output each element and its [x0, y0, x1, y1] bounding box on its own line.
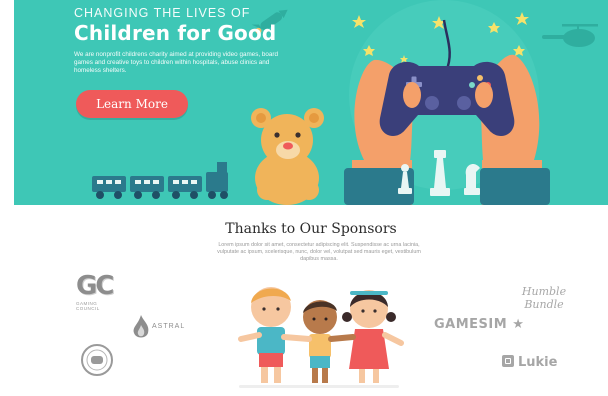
teddy-bear-icon — [251, 108, 324, 205]
learn-more-button[interactable]: Learn More — [76, 90, 188, 118]
gc-caption: GAMING COUNCIL — [76, 301, 100, 311]
humble-line1: Humble — [521, 285, 567, 298]
emblem-icon — [81, 344, 113, 376]
astral-name: ASTRAL — [152, 323, 186, 330]
sponsors-title: Thanks to Our Sponsors — [225, 221, 397, 237]
hero-title: Children for Good — [74, 21, 277, 45]
lukie-name: Lukie — [518, 355, 558, 370]
sponsor-logo-gc[interactable]: GC GAMING COUNCIL — [76, 271, 116, 313]
humble-line2: Bundle — [524, 298, 564, 311]
astral-flame-icon — [133, 315, 149, 338]
sponsor-logo-emblem[interactable] — [80, 343, 114, 377]
gamesim-name: GAMESIM — [434, 317, 508, 332]
sponsor-logo-lukie[interactable]: Lukie — [502, 355, 557, 370]
helicopter-icon — [542, 24, 598, 47]
lukie-icon — [502, 355, 514, 367]
toy-train-icon — [92, 162, 228, 199]
sponsor-logo-humble[interactable]: Humble Bundle — [514, 285, 574, 311]
hero-text-block: CHANGING THE LIVES OF Children for Good … — [74, 6, 354, 76]
gc-mark: GC — [76, 271, 114, 301]
hero-kicker: CHANGING THE LIVES OF — [74, 6, 251, 20]
hero-banner: CHANGING THE LIVES OF Children for Good … — [14, 0, 608, 205]
hero-description: We are nonprofit childrens charity aimed… — [74, 51, 278, 75]
star-icon: ★ — [512, 317, 525, 332]
sponsors-description: Lorem ipsum dolor sit amet, consectetur … — [217, 242, 421, 262]
sponsor-logo-astral[interactable]: ASTRAL — [130, 313, 200, 343]
sponsors-section: Thanks to Our Sponsors Lorem ipsum dolor… — [14, 205, 608, 396]
kids-illustration — [238, 287, 404, 388]
sponsor-logo-gamesim[interactable]: GAMESIM ★ — [434, 317, 524, 332]
